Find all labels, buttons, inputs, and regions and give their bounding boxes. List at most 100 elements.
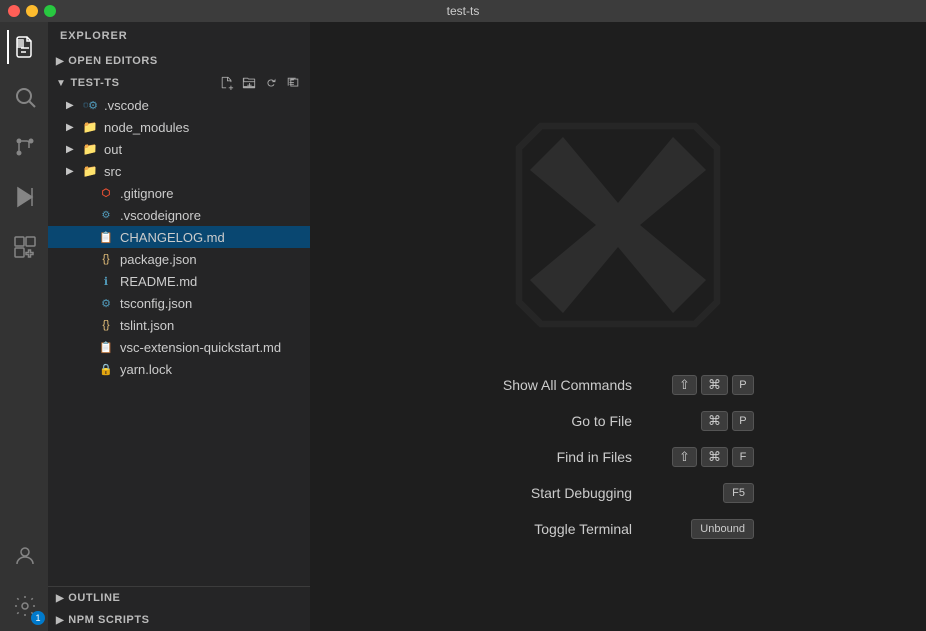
out-folder[interactable]: ▶ 📁 out <box>48 138 310 160</box>
key-f5: F5 <box>723 483 754 503</box>
key-f: F <box>732 447 754 467</box>
close-button[interactable] <box>8 5 20 17</box>
go-to-file-keys: ⌘ P <box>701 411 754 431</box>
yarn-lock-file[interactable]: ▶ 🔒 yarn.lock <box>48 358 310 380</box>
show-all-commands-label: Show All Commands <box>482 377 632 393</box>
key-p-2: P <box>732 411 754 431</box>
readme-file[interactable]: ▶ ℹ README.md <box>48 270 310 292</box>
extensions-activity-icon[interactable] <box>7 230 41 264</box>
npm-scripts-arrow: ▶ <box>56 615 64 626</box>
search-activity-icon[interactable] <box>7 80 41 114</box>
node-modules-folder[interactable]: ▶ 📁 node_modules <box>48 116 310 138</box>
key-cmd-3: ⌘ <box>701 447 728 467</box>
changelog-file[interactable]: ▶ 📋 CHANGELOG.md <box>48 226 310 248</box>
sidebar-bottom: ▶ Outline ▶ NPM Scripts <box>48 586 310 631</box>
tsconfig-icon: ⚙ <box>98 295 114 311</box>
outline-section[interactable]: ▶ Outline <box>48 587 310 609</box>
sidebar: Explorer ▶ Open Editors ▼ TEST-TS <box>48 22 310 631</box>
package-json-icon: {} <box>98 251 114 267</box>
settings-badge-container: 1 <box>7 589 41 623</box>
test-ts-section[interactable]: ▼ TEST-TS <box>48 72 310 94</box>
key-unbound: Unbound <box>691 519 754 539</box>
toggle-terminal-label: Toggle Terminal <box>482 521 632 537</box>
main-content: Show All Commands ⇧ ⌘ P Go to File ⌘ P F… <box>310 22 926 631</box>
source-control-activity-icon[interactable] <box>7 130 41 164</box>
start-debugging-keys: F5 <box>723 483 754 503</box>
maximize-button[interactable] <box>44 5 56 17</box>
open-editors-label: Open Editors <box>68 55 158 67</box>
window-title: test-ts <box>447 4 480 18</box>
package-json-name: package.json <box>120 252 197 267</box>
npm-scripts-label: NPM Scripts <box>68 614 149 626</box>
shortcut-find-in-files: Find in Files ⇧ ⌘ F <box>482 447 754 467</box>
tsconfig-name: tsconfig.json <box>120 296 192 311</box>
src-name: src <box>104 164 121 179</box>
find-in-files-keys: ⇧ ⌘ F <box>672 447 754 467</box>
test-ts-arrow: ▼ <box>56 78 66 89</box>
activity-bar-bottom: 1 <box>7 539 41 631</box>
open-editors-section[interactable]: ▶ Open Editors <box>48 50 310 72</box>
toggle-terminal-keys: Unbound <box>691 519 754 539</box>
npm-scripts-section[interactable]: ▶ NPM Scripts <box>48 609 310 631</box>
go-to-file-label: Go to File <box>482 413 632 429</box>
vscode-folder-name: .vscode <box>104 98 149 113</box>
vscodeignore-file[interactable]: ▶ ⚙ .vscodeignore <box>48 204 310 226</box>
package-json-file[interactable]: ▶ {} package.json <box>48 248 310 270</box>
start-debugging-label: Start Debugging <box>482 485 632 501</box>
vsc-quickstart-file[interactable]: ▶ 📋 vsc-extension-quickstart.md <box>48 336 310 358</box>
test-ts-label: TEST-TS <box>70 77 119 89</box>
settings-badge: 1 <box>31 611 45 625</box>
key-cmd-2: ⌘ <box>701 411 728 431</box>
refresh-button[interactable] <box>262 74 280 92</box>
node-modules-name: node_modules <box>104 120 189 135</box>
gitignore-file[interactable]: ▶ ⬡ .gitignore <box>48 182 310 204</box>
tslint-name: tslint.json <box>120 318 174 333</box>
out-name: out <box>104 142 122 157</box>
file-tree: ▶ ⚙ .vscode ▶ 📁 node_modules ▶ 📁 out <box>48 94 310 586</box>
outline-arrow: ▶ <box>56 593 64 604</box>
activity-bar: 1 <box>0 22 48 631</box>
show-all-commands-keys: ⇧ ⌘ P <box>672 375 754 395</box>
shortcut-show-all-commands: Show All Commands ⇧ ⌘ P <box>482 375 754 395</box>
sidebar-header: Explorer <box>48 22 310 50</box>
title-bar: test-ts <box>0 0 926 22</box>
readme-icon: ℹ <box>98 273 114 289</box>
src-icon: 📁 <box>82 163 98 179</box>
gitignore-icon: ⬡ <box>98 185 114 201</box>
vscode-folder-icon: ⚙ <box>82 97 98 113</box>
yarn-lock-icon: 🔒 <box>98 361 114 377</box>
vscodeignore-name: .vscodeignore <box>120 208 201 223</box>
minimize-button[interactable] <box>26 5 38 17</box>
new-folder-button[interactable] <box>240 74 258 92</box>
readme-name: README.md <box>120 274 197 289</box>
tsconfig-file[interactable]: ▶ ⚙ tsconfig.json <box>48 292 310 314</box>
outline-label: Outline <box>68 592 120 604</box>
tslint-file[interactable]: ▶ {} tslint.json <box>48 314 310 336</box>
vsc-quickstart-name: vsc-extension-quickstart.md <box>120 340 281 355</box>
changelog-name: CHANGELOG.md <box>120 230 225 245</box>
key-p: P <box>732 375 754 395</box>
run-activity-icon[interactable] <box>7 180 41 214</box>
accounts-activity-icon[interactable] <box>7 539 41 573</box>
vscode-logo <box>508 115 728 335</box>
shortcut-start-debugging: Start Debugging F5 <box>482 483 754 503</box>
shortcut-toggle-terminal: Toggle Terminal Unbound <box>482 519 754 539</box>
node-modules-icon: 📁 <box>82 119 98 135</box>
traffic-lights <box>8 5 56 17</box>
yarn-lock-name: yarn.lock <box>120 362 172 377</box>
collapse-all-button[interactable] <box>284 74 302 92</box>
key-cmd: ⌘ <box>701 375 728 395</box>
tslint-icon: {} <box>98 317 114 333</box>
test-ts-actions <box>218 74 302 92</box>
key-shift-2: ⇧ <box>672 447 697 467</box>
explorer-activity-icon[interactable] <box>7 30 41 64</box>
key-shift: ⇧ <box>672 375 697 395</box>
gitignore-name: .gitignore <box>120 186 173 201</box>
vscode-folder[interactable]: ▶ ⚙ .vscode <box>48 94 310 116</box>
new-file-button[interactable] <box>218 74 236 92</box>
vsc-quickstart-icon: 📋 <box>98 339 114 355</box>
src-folder[interactable]: ▶ 📁 src <box>48 160 310 182</box>
changelog-icon: 📋 <box>98 229 114 245</box>
shortcuts-panel: Show All Commands ⇧ ⌘ P Go to File ⌘ P F… <box>482 375 754 539</box>
find-in-files-label: Find in Files <box>482 449 632 465</box>
